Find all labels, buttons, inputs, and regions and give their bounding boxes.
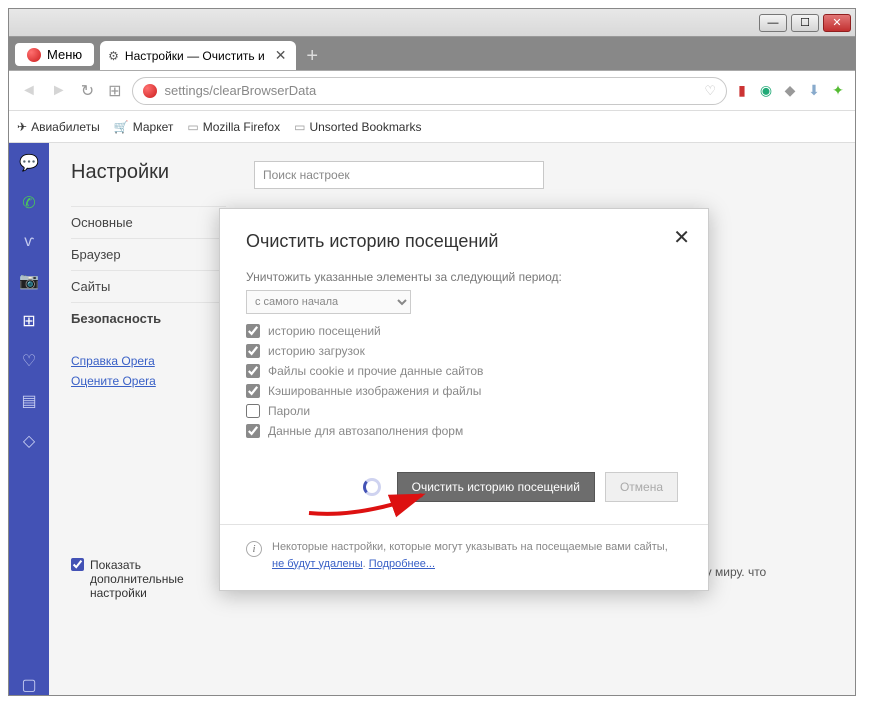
tab-close-button[interactable]: ✕ (275, 47, 287, 64)
extension-icon[interactable]: ◆ (781, 82, 799, 100)
titlebar: — ☐ ✕ (9, 9, 855, 37)
dialog-subtitle: Уничтожить указанные элементы за следующ… (246, 270, 682, 284)
checkbox[interactable] (246, 404, 260, 418)
plane-icon: ✈ (17, 120, 27, 134)
checkbox[interactable] (246, 344, 260, 358)
folder-icon: ▭ (187, 120, 198, 134)
address-bar: ◄ ► ↻ ⊞ settings/clearBrowserData ♡ ▮ ◉ … (9, 71, 855, 111)
camera-icon[interactable]: 📷 (19, 271, 39, 291)
loading-spinner-icon (363, 478, 381, 496)
checkbox[interactable] (246, 324, 260, 338)
settings-search-input[interactable]: Поиск настроек (254, 161, 544, 189)
speed-dial-icon[interactable]: ⊞ (22, 311, 35, 331)
new-tab-button[interactable]: + (306, 45, 318, 68)
sidebar-settings-icon[interactable]: ▢ (21, 675, 36, 695)
messenger-icon[interactable]: 💬 (19, 153, 39, 173)
download-icon[interactable]: ⬇ (805, 82, 823, 100)
tabbar: Меню ⚙ Настройки — Очистить и ✕ + (9, 37, 855, 71)
not-deleted-link[interactable]: не будут удалены (272, 558, 363, 570)
url-input[interactable]: settings/clearBrowserData ♡ (132, 77, 728, 105)
period-select[interactable]: с самого начала (246, 290, 411, 314)
heart-icon[interactable]: ♡ (22, 351, 36, 371)
window-close-button[interactable]: ✕ (823, 14, 851, 32)
checkbox[interactable] (246, 384, 260, 398)
news-icon[interactable]: ▤ (21, 391, 36, 411)
page-title: Настройки (71, 161, 226, 184)
checkbox[interactable] (71, 558, 84, 571)
check-item[interactable]: историю загрузок (246, 344, 682, 358)
dialog-title: Очистить историю посещений (246, 231, 682, 252)
content-area: 💬 ✆ ⱱ 📷 ⊞ ♡ ▤ ◇ ▢ Настройки Основные Бра… (9, 143, 855, 695)
check-label: Данные для автозаполнения форм (268, 424, 463, 438)
check-item[interactable]: историю посещений (246, 324, 682, 338)
check-label: Пароли (268, 404, 310, 418)
reload-button[interactable]: ↻ (77, 79, 98, 103)
cancel-button[interactable]: Отмена (605, 472, 678, 502)
tab-title: Настройки — Очистить и (125, 49, 265, 63)
settings-page: Настройки Основные Браузер Сайты Безопас… (49, 143, 855, 695)
tab-settings[interactable]: ⚙ Настройки — Очистить и ✕ (100, 41, 296, 70)
help-link[interactable]: Справка Opera (71, 354, 226, 368)
check-item[interactable]: Файлы cookie и прочие данные сайтов (246, 364, 682, 378)
check-item[interactable]: Кэшированные изображения и файлы (246, 384, 682, 398)
bookmarks-bar: ✈Авиабилеты 🛒Маркет ▭Mozilla Firefox ▭Un… (9, 111, 855, 143)
rate-link[interactable]: Оцените Opera (71, 374, 226, 388)
sidebar: 💬 ✆ ⱱ 📷 ⊞ ♡ ▤ ◇ ▢ (9, 143, 49, 695)
more-link[interactable]: Подробнее... (369, 558, 435, 570)
dialog-close-button[interactable]: ✕ (673, 225, 690, 250)
check-label: Кэшированные изображения и файлы (268, 384, 481, 398)
extension-icon[interactable]: ◉ (757, 82, 775, 100)
maximize-button[interactable]: ☐ (791, 14, 819, 32)
show-advanced-checkbox[interactable]: Показать дополнительные настройки (71, 558, 226, 600)
minimize-button[interactable]: — (759, 14, 787, 32)
vk-icon[interactable]: ⱱ (24, 233, 34, 251)
bookmark-heart-icon[interactable]: ♡ (704, 83, 716, 99)
clear-history-button[interactable]: Очистить историю посещений (397, 472, 595, 502)
bookmark-item[interactable]: 🛒Маркет (114, 120, 174, 134)
bookmark-item[interactable]: ▭Mozilla Firefox (187, 120, 280, 134)
folder-icon: ▭ (294, 120, 305, 134)
bookmark-item[interactable]: ✈Авиабилеты (17, 120, 100, 134)
clear-history-dialog: ✕ Очистить историю посещений Уничтожить … (219, 208, 709, 591)
check-label: историю загрузок (268, 344, 365, 358)
back-button[interactable]: ◄ (17, 80, 41, 102)
gear-icon: ⚙ (108, 49, 119, 63)
settings-nav: Настройки Основные Браузер Сайты Безопас… (71, 161, 226, 677)
dialog-note: i Некоторые настройки, которые могут ука… (246, 539, 682, 572)
nav-browser[interactable]: Браузер (71, 238, 226, 270)
nav-basic[interactable]: Основные (71, 206, 226, 238)
opera-logo-icon (143, 84, 157, 98)
info-icon: i (246, 541, 262, 557)
cart-icon: 🛒 (114, 120, 129, 134)
nav-sites[interactable]: Сайты (71, 270, 226, 302)
extension-icon[interactable]: ✦ (829, 82, 847, 100)
checkbox-list: историю посещений историю загрузок Файлы c… (246, 324, 682, 438)
browser-window: — ☐ ✕ Меню ⚙ Настройки — Очистить и ✕ + … (8, 8, 856, 696)
bookmark-item[interactable]: ▭Unsorted Bookmarks (294, 120, 421, 134)
check-item[interactable]: Пароли (246, 404, 682, 418)
extension-icon[interactable]: ▮ (733, 82, 751, 100)
check-item[interactable]: Данные для автозаполнения форм (246, 424, 682, 438)
speed-dial-button[interactable]: ⊞ (104, 79, 125, 103)
check-label: историю посещений (268, 324, 381, 338)
check-label: Файлы cookie и прочие данные сайтов (268, 364, 483, 378)
checkbox[interactable] (246, 364, 260, 378)
checkbox[interactable] (246, 424, 260, 438)
button-row: Очистить историю посещений Отмена (246, 472, 682, 502)
opera-menu-button[interactable]: Меню (15, 43, 94, 66)
forward-button[interactable]: ► (47, 80, 71, 102)
nav-security[interactable]: Безопасность (71, 302, 226, 334)
url-text: settings/clearBrowserData (165, 83, 317, 98)
opera-logo-icon (27, 48, 41, 62)
menu-label: Меню (47, 47, 82, 62)
whatsapp-icon[interactable]: ✆ (22, 193, 35, 213)
cube-icon[interactable]: ◇ (23, 431, 35, 451)
